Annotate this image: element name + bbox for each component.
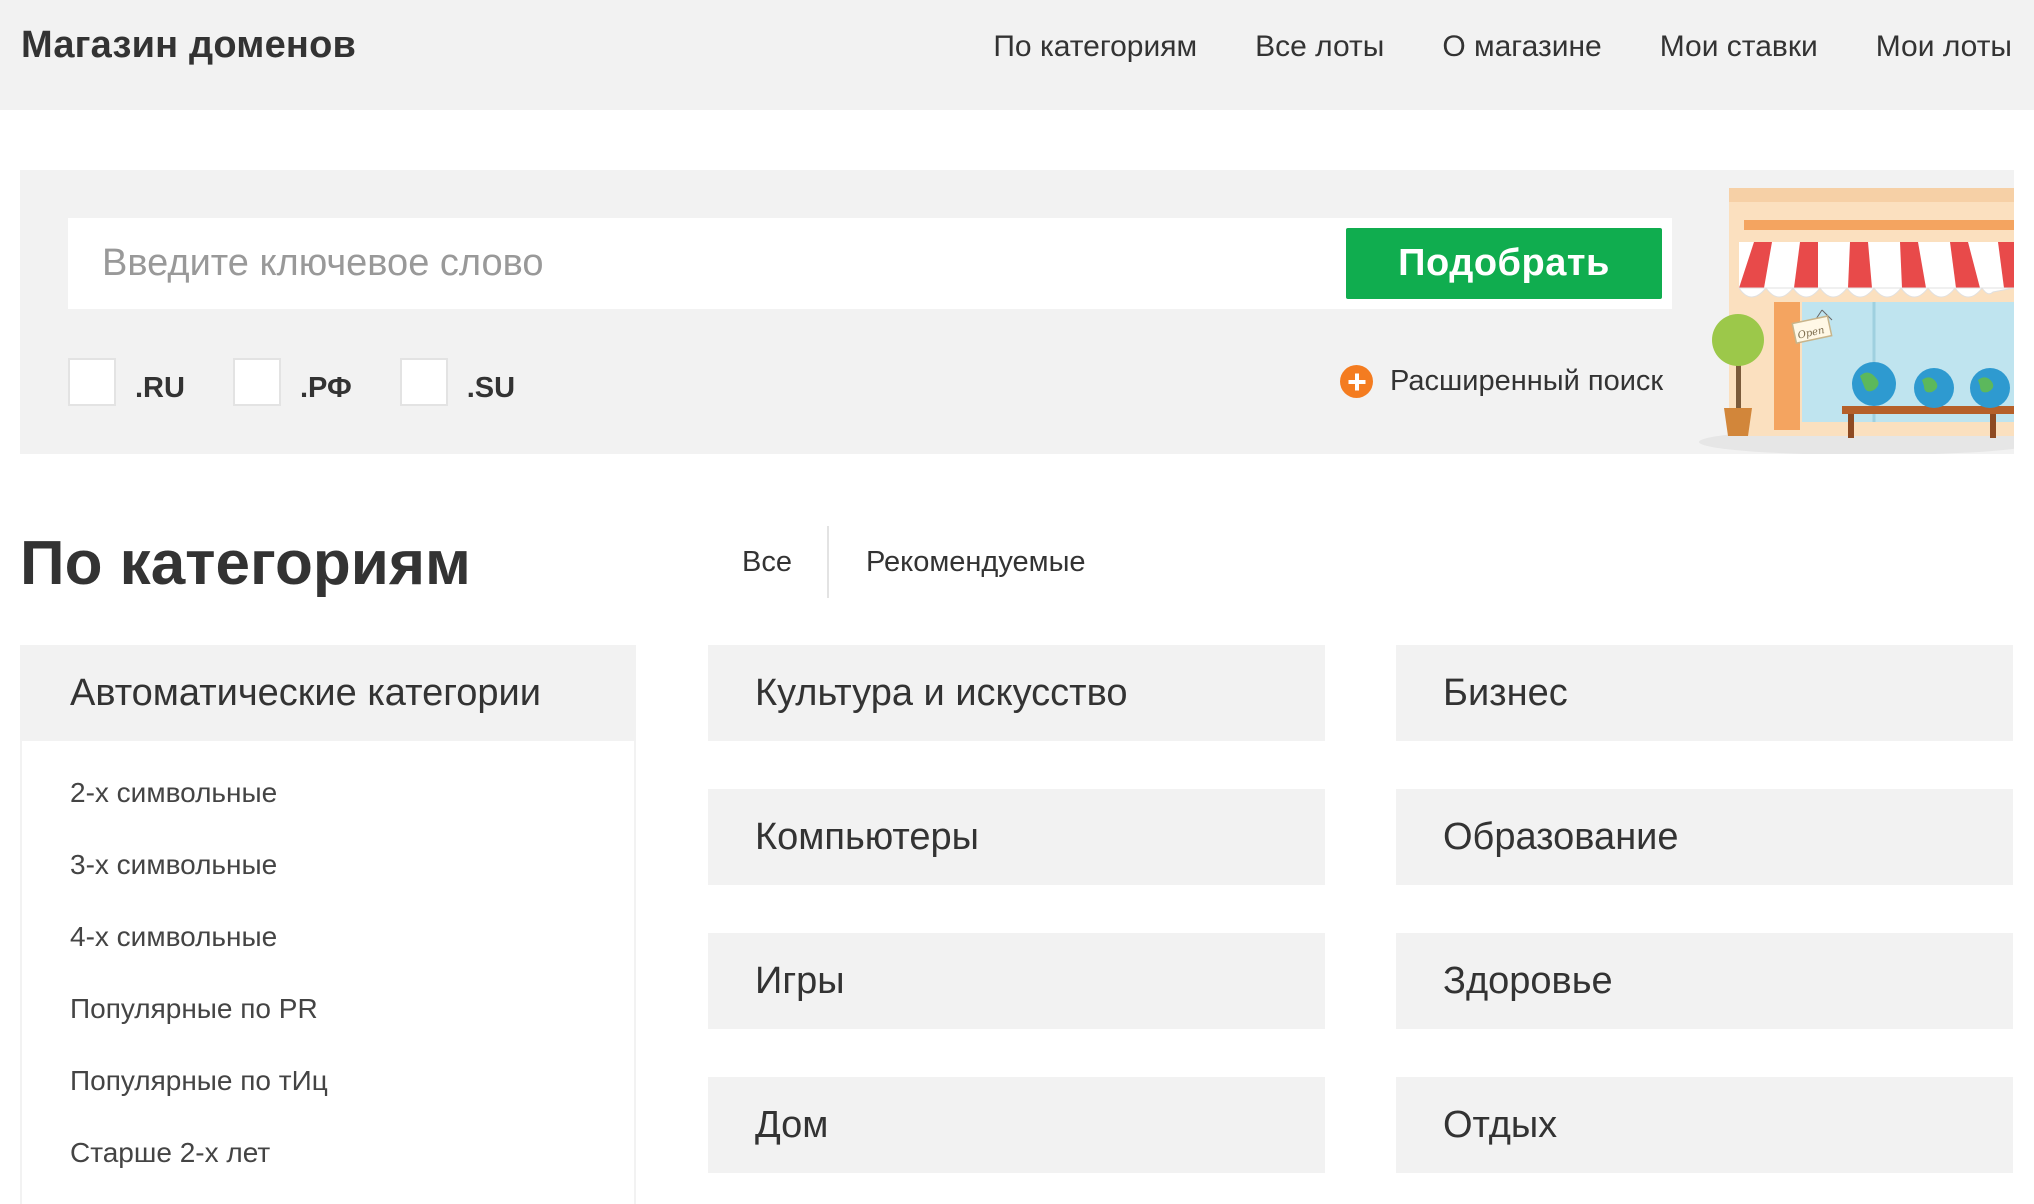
storefront-illustration: Open [1699,188,2014,454]
category-leisure[interactable]: Отдых [1396,1077,2013,1173]
tab-all[interactable]: Все [722,526,829,598]
tld-rf-option[interactable]: .РФ [232,358,352,406]
nav-my-lots[interactable]: Мои лоты [1876,30,2012,64]
tld-ru-checkbox[interactable] [68,358,116,406]
category-filter-tabs: Все Рекомендуемые [722,526,1106,598]
category-games[interactable]: Игры [708,933,1325,1029]
auto-categories-header[interactable]: Автоматические категории [22,645,634,741]
category-education[interactable]: Образование [1396,789,2013,885]
auto-categories-panel: Автоматические категории 2-х символьные … [20,645,636,1204]
auto-item-older-2-years[interactable]: Старше 2-х лет [22,1135,634,1204]
categories-title: По категориям [20,529,471,598]
plus-circle-icon [1340,365,1373,398]
category-culture-art[interactable]: Культура и искусство [708,645,1325,741]
nav-by-categories[interactable]: По категориям [993,30,1197,64]
main-nav: По категориям Все лоты О магазине Мои ст… [993,30,2012,64]
search-input[interactable] [68,218,1318,309]
nav-about-store[interactable]: О магазине [1442,30,1601,64]
tab-recommended[interactable]: Рекомендуемые [829,526,1106,598]
auto-item-4-char[interactable]: 4-х символьные [22,919,634,991]
nav-all-lots[interactable]: Все лоты [1255,30,1384,64]
tld-su-label: .SU [466,372,516,404]
tld-filters: .RU .РФ .SU [68,358,563,406]
site-brand[interactable]: Магазин доменов [21,24,356,67]
category-business[interactable]: Бизнес [1396,645,2013,741]
category-computers[interactable]: Компьютеры [708,789,1325,885]
auto-item-popular-tic[interactable]: Популярные по тИц [22,1063,634,1135]
page: Магазин доменов По категориям Все лоты О… [0,0,2034,1204]
auto-item-3-char[interactable]: 3-х символьные [22,847,634,919]
advanced-search-link[interactable]: Расширенный поиск [1340,365,1663,398]
category-health[interactable]: Здоровье [1396,933,2013,1029]
tld-rf-label: .РФ [299,372,352,404]
auto-categories-list: 2-х символьные 3-х символьные 4-х символ… [22,741,634,1204]
top-header: Магазин доменов По категориям Все лоты О… [0,0,2034,110]
tld-ru-option[interactable]: .RU [68,358,185,406]
advanced-search-label: Расширенный поиск [1390,365,1664,397]
nav-my-bids[interactable]: Мои ставки [1660,30,1818,64]
search-panel: Подобрать .RU .РФ .SU Расширенный поиск [20,170,2014,454]
tld-su-option[interactable]: .SU [399,358,516,406]
tld-ru-label: .RU [135,372,185,404]
tld-rf-checkbox[interactable] [232,358,281,406]
category-home[interactable]: Дом [708,1077,1325,1173]
search-submit-button[interactable]: Подобрать [1346,228,1662,299]
auto-item-popular-pr[interactable]: Популярные по PR [22,991,634,1063]
search-box: Подобрать [68,218,1672,309]
auto-item-2-char[interactable]: 2-х символьные [22,775,634,847]
tld-su-checkbox[interactable] [399,358,448,406]
